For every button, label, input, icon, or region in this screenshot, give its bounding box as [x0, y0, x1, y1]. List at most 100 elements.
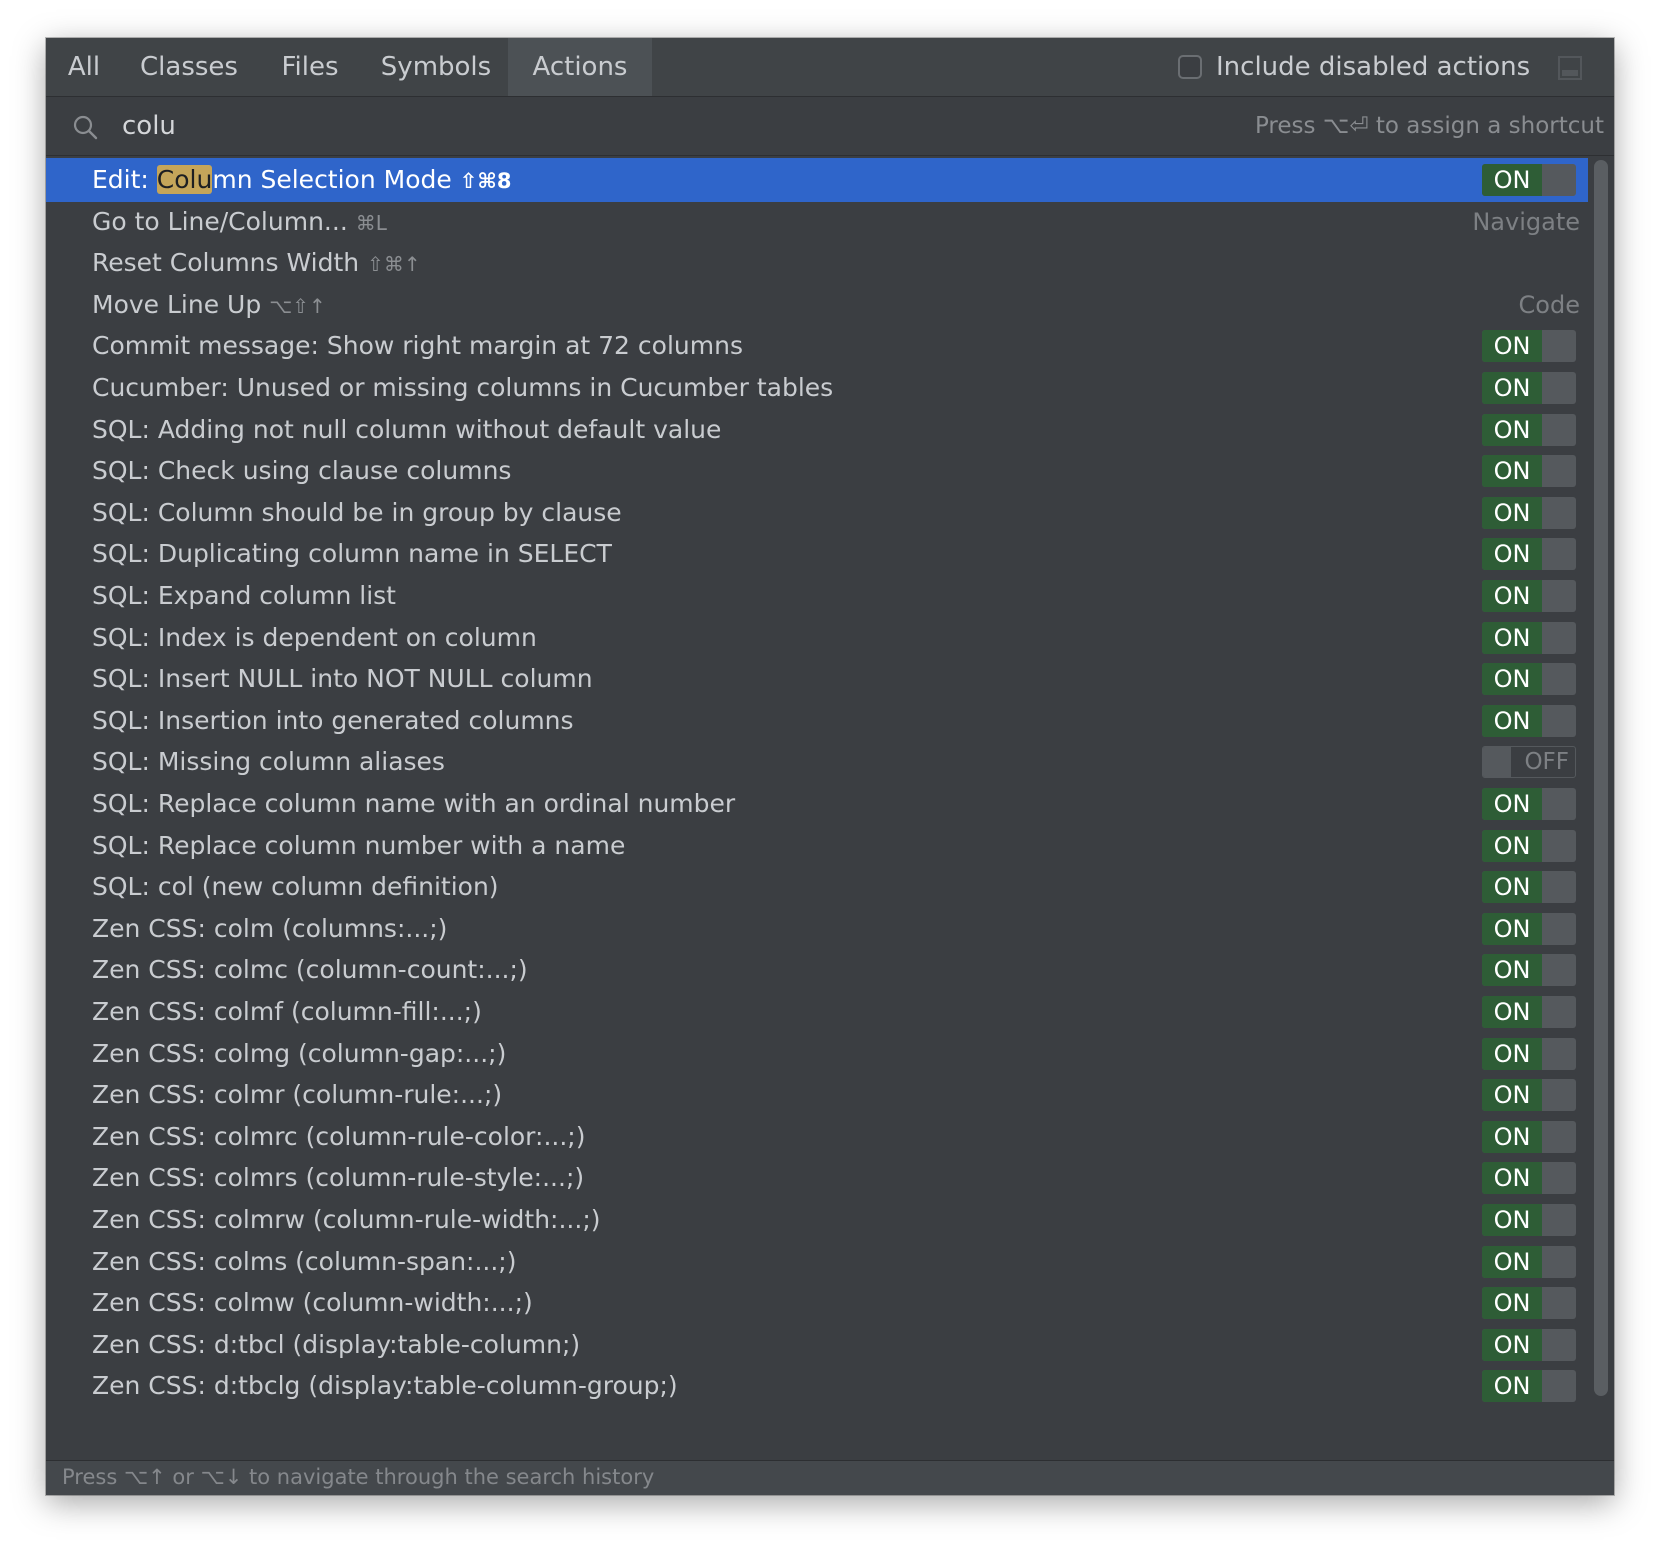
- toggle-state: ON: [1482, 580, 1542, 612]
- list-item[interactable]: Zen CSS: colmg (column-gap:...;) ON: [46, 1032, 1588, 1076]
- shortcut-hint: ⇧⌘8: [459, 169, 512, 193]
- assign-shortcut-hint: Press ⌥⏎ to assign a shortcut: [1254, 113, 1604, 139]
- list-item[interactable]: SQL: Missing column aliases OFF: [46, 740, 1588, 784]
- list-item[interactable]: Zen CSS: colmw (column-width:...;) ON: [46, 1281, 1588, 1325]
- toggle-switch[interactable]: ON: [1482, 663, 1576, 696]
- toggle-switch[interactable]: ON: [1482, 954, 1576, 987]
- list-item[interactable]: Zen CSS: colms (column-span:...;) ON: [46, 1240, 1588, 1284]
- toggle-state: ON: [1482, 1204, 1542, 1236]
- list-item[interactable]: Zen CSS: d:tbclg (display:table-column-g…: [46, 1364, 1588, 1408]
- list-item-label: Zen CSS: colms (column-span:...;): [92, 1246, 517, 1276]
- list-item[interactable]: Reset Columns Width ⇧⌘↑: [46, 241, 1588, 285]
- list-item[interactable]: SQL: Duplicating column name in SELECT ON: [46, 532, 1588, 576]
- list-item-label: Zen CSS: colmw (column-width:...;): [92, 1288, 533, 1318]
- list-item[interactable]: Move Line Up ⌥⇧↑ Code: [46, 283, 1588, 327]
- list-item[interactable]: Zen CSS: colmc (column-count:...;) ON: [46, 948, 1588, 992]
- list-item[interactable]: Zen CSS: colmrs (column-rule-style:...;)…: [46, 1156, 1588, 1200]
- toggle-switch[interactable]: ON: [1482, 1245, 1576, 1278]
- search-match-highlight: Colu: [156, 165, 213, 194]
- include-disabled-toggle[interactable]: Include disabled actions: [1178, 38, 1530, 96]
- toggle-switch[interactable]: ON: [1482, 164, 1576, 196]
- list-item-label: SQL: Column should be in group by clause: [92, 497, 622, 527]
- toggle-switch[interactable]: ON: [1482, 788, 1576, 820]
- list-item-selected[interactable]: Edit: Column Selection Mode ⇧⌘8 ON: [46, 158, 1588, 202]
- list-item-label: Edit: Column Selection Mode ⇧⌘8: [92, 158, 511, 202]
- shortcut-hint: ⇧⌘↑: [367, 252, 421, 277]
- list-item[interactable]: SQL: Column should be in group by clause…: [46, 491, 1588, 535]
- list-item[interactable]: Zen CSS: colmrw (column-rule-width:...;)…: [46, 1198, 1588, 1242]
- list-item[interactable]: SQL: Insert NULL into NOT NULL column ON: [46, 657, 1588, 701]
- search-history-hint: Press ⌥↑ or ⌥↓ to navigate through the s…: [62, 1465, 655, 1489]
- list-item[interactable]: Zen CSS: colmf (column-fill:...;) ON: [46, 990, 1588, 1034]
- scrollbar[interactable]: [1594, 160, 1608, 1396]
- list-item-label: SQL: Missing column aliases: [92, 747, 445, 777]
- toggle-state: ON: [1482, 621, 1542, 654]
- list-item[interactable]: Cucumber: Unused or missing columns in C…: [46, 366, 1588, 410]
- tab-symbols[interactable]: Symbols: [364, 38, 508, 96]
- tab-files[interactable]: Files: [256, 38, 364, 96]
- list-item[interactable]: SQL: Replace column name with an ordinal…: [46, 782, 1588, 826]
- toggle-switch[interactable]: ON: [1482, 372, 1576, 404]
- toggle-switch[interactable]: ON: [1482, 580, 1576, 612]
- list-item[interactable]: Zen CSS: colmrc (column-rule-color:...;)…: [46, 1115, 1588, 1159]
- action-name: Reset Columns Width: [92, 248, 360, 278]
- toggle-state: ON: [1482, 1328, 1542, 1361]
- pin-window-icon[interactable]: [1558, 56, 1582, 80]
- toggle-state: ON: [1482, 164, 1542, 196]
- toggle-switch[interactable]: ON: [1482, 1120, 1576, 1153]
- toggle-switch[interactable]: ON: [1482, 455, 1576, 488]
- list-item[interactable]: SQL: Index is dependent on column ON: [46, 616, 1588, 660]
- list-item[interactable]: Go to Line/Column... ⌘L Navigate: [46, 200, 1588, 244]
- toggle-state: ON: [1482, 413, 1542, 446]
- toggle-switch[interactable]: ON: [1482, 704, 1576, 737]
- toggle-state: ON: [1482, 871, 1542, 904]
- list-item[interactable]: Zen CSS: d:tbcl (display:table-column;) O…: [46, 1323, 1588, 1367]
- toggle-switch[interactable]: ON: [1482, 413, 1576, 446]
- tab-actions[interactable]: Actions: [508, 38, 652, 96]
- tab-classes[interactable]: Classes: [122, 38, 256, 96]
- toggle-switch[interactable]: ON: [1482, 1037, 1576, 1070]
- include-disabled-checkbox[interactable]: [1178, 55, 1202, 79]
- list-item[interactable]: SQL: Insertion into generated columns ON: [46, 699, 1588, 743]
- toggle-switch[interactable]: ON: [1482, 496, 1576, 529]
- list-item-label: Zen CSS: colmrs (column-rule-style:...;): [92, 1163, 585, 1193]
- list-item[interactable]: SQL: col (new column definition) ON: [46, 865, 1588, 909]
- list-item-label: SQL: Insert NULL into NOT NULL column: [92, 664, 593, 694]
- list-item[interactable]: SQL: Replace column number with a name ON: [46, 824, 1588, 868]
- list-item[interactable]: SQL: Expand column list ON: [46, 574, 1588, 618]
- list-item[interactable]: SQL: Adding not null column without defa…: [46, 408, 1588, 452]
- tab-all[interactable]: All: [46, 38, 122, 96]
- toggle-switch[interactable]: ON: [1482, 996, 1576, 1028]
- toggle-state: ON: [1482, 496, 1542, 529]
- toggle-switch[interactable]: ON: [1482, 621, 1576, 654]
- toggle-switch[interactable]: ON: [1482, 829, 1576, 862]
- toggle-switch[interactable]: OFF: [1482, 746, 1576, 779]
- list-item-label: SQL: Index is dependent on column: [92, 622, 537, 652]
- list-item-label: SQL: Duplicating column name in SELECT: [92, 539, 612, 569]
- list-item[interactable]: Zen CSS: colm (columns:...;) ON: [46, 907, 1588, 951]
- list-item-label: Zen CSS: colmr (column-rule:...;): [92, 1080, 503, 1110]
- toggle-switch[interactable]: ON: [1482, 912, 1576, 945]
- list-item-label: SQL: Insertion into generated columns: [92, 705, 574, 735]
- toggle-state: ON: [1482, 455, 1542, 488]
- list-item[interactable]: SQL: Check using clause columns ON: [46, 449, 1588, 493]
- toggle-state: ON: [1482, 1370, 1542, 1403]
- toggle-switch[interactable]: ON: [1482, 1079, 1576, 1112]
- toggle-state: ON: [1482, 954, 1542, 987]
- toggle-state: ON: [1482, 1037, 1542, 1070]
- toggle-switch[interactable]: ON: [1482, 330, 1576, 363]
- list-item[interactable]: Commit message: Show right margin at 72 …: [46, 324, 1588, 368]
- list-item-label: SQL: Adding not null column without defa…: [92, 414, 722, 444]
- list-item-label: SQL: Check using clause columns: [92, 456, 512, 486]
- toggle-switch[interactable]: ON: [1482, 1162, 1576, 1195]
- category-label: Navigate: [1472, 207, 1580, 236]
- toggle-switch[interactable]: ON: [1482, 1204, 1576, 1236]
- toggle-switch[interactable]: ON: [1482, 538, 1576, 571]
- toggle-switch[interactable]: ON: [1482, 871, 1576, 904]
- list-item-label: Zen CSS: colm (columns:...;): [92, 913, 448, 943]
- search-input[interactable]: [122, 105, 1022, 147]
- list-item[interactable]: Zen CSS: colmr (column-rule:...;) ON: [46, 1073, 1588, 1117]
- toggle-switch[interactable]: ON: [1482, 1287, 1576, 1320]
- toggle-switch[interactable]: ON: [1482, 1328, 1576, 1361]
- toggle-switch[interactable]: ON: [1482, 1370, 1576, 1403]
